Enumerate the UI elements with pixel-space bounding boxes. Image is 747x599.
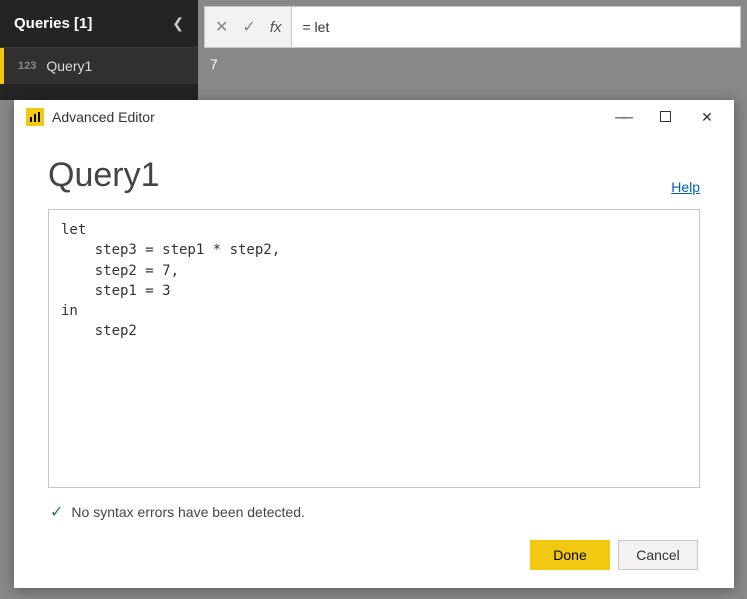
formula-bar-controls: ✕ ✓ fx (204, 6, 292, 48)
query-list-item[interactable]: 123 Query1 (0, 48, 198, 84)
window-buttons: ── ✕ (614, 109, 722, 126)
chevron-left-icon[interactable]: ❮ (172, 15, 184, 32)
check-icon: ✓ (50, 502, 63, 522)
cancel-button[interactable]: Cancel (618, 540, 698, 570)
cancel-formula-icon[interactable]: ✕ (215, 17, 228, 37)
formula-input[interactable]: = let (292, 6, 741, 48)
fx-icon[interactable]: fx (270, 19, 282, 36)
formula-bar: ✕ ✓ fx = let (198, 0, 747, 48)
syntax-status: ✓ No syntax errors have been detected. (48, 488, 700, 536)
code-editor[interactable]: let step3 = step1 * step2, step2 = 7, st… (48, 209, 700, 488)
number-type-icon: 123 (18, 60, 36, 72)
formula-value: = let (302, 19, 329, 35)
query-item-label: Query1 (46, 58, 92, 74)
sidebar-header: Queries [1] ❮ (0, 0, 198, 48)
queries-sidebar: Queries [1] ❮ 123 Query1 (0, 0, 198, 100)
close-button[interactable]: ✕ (698, 109, 716, 126)
minimize-button[interactable]: ── (614, 109, 632, 125)
sidebar-title: Queries [1] (14, 15, 92, 32)
help-link[interactable]: Help (671, 179, 700, 195)
commit-formula-icon[interactable]: ✓ (242, 17, 255, 37)
advanced-editor-dialog: Advanced Editor ── ✕ Query1 Help let ste… (14, 100, 734, 588)
result-preview: 7 (198, 48, 747, 80)
maximize-button[interactable] (656, 109, 674, 125)
done-button[interactable]: Done (530, 540, 610, 570)
query-name-heading: Query1 (48, 156, 160, 195)
powerbi-icon (26, 108, 44, 126)
status-message: No syntax errors have been detected. (71, 504, 304, 520)
dialog-titlebar: Advanced Editor ── ✕ (14, 100, 734, 134)
dialog-title: Advanced Editor (52, 109, 606, 125)
